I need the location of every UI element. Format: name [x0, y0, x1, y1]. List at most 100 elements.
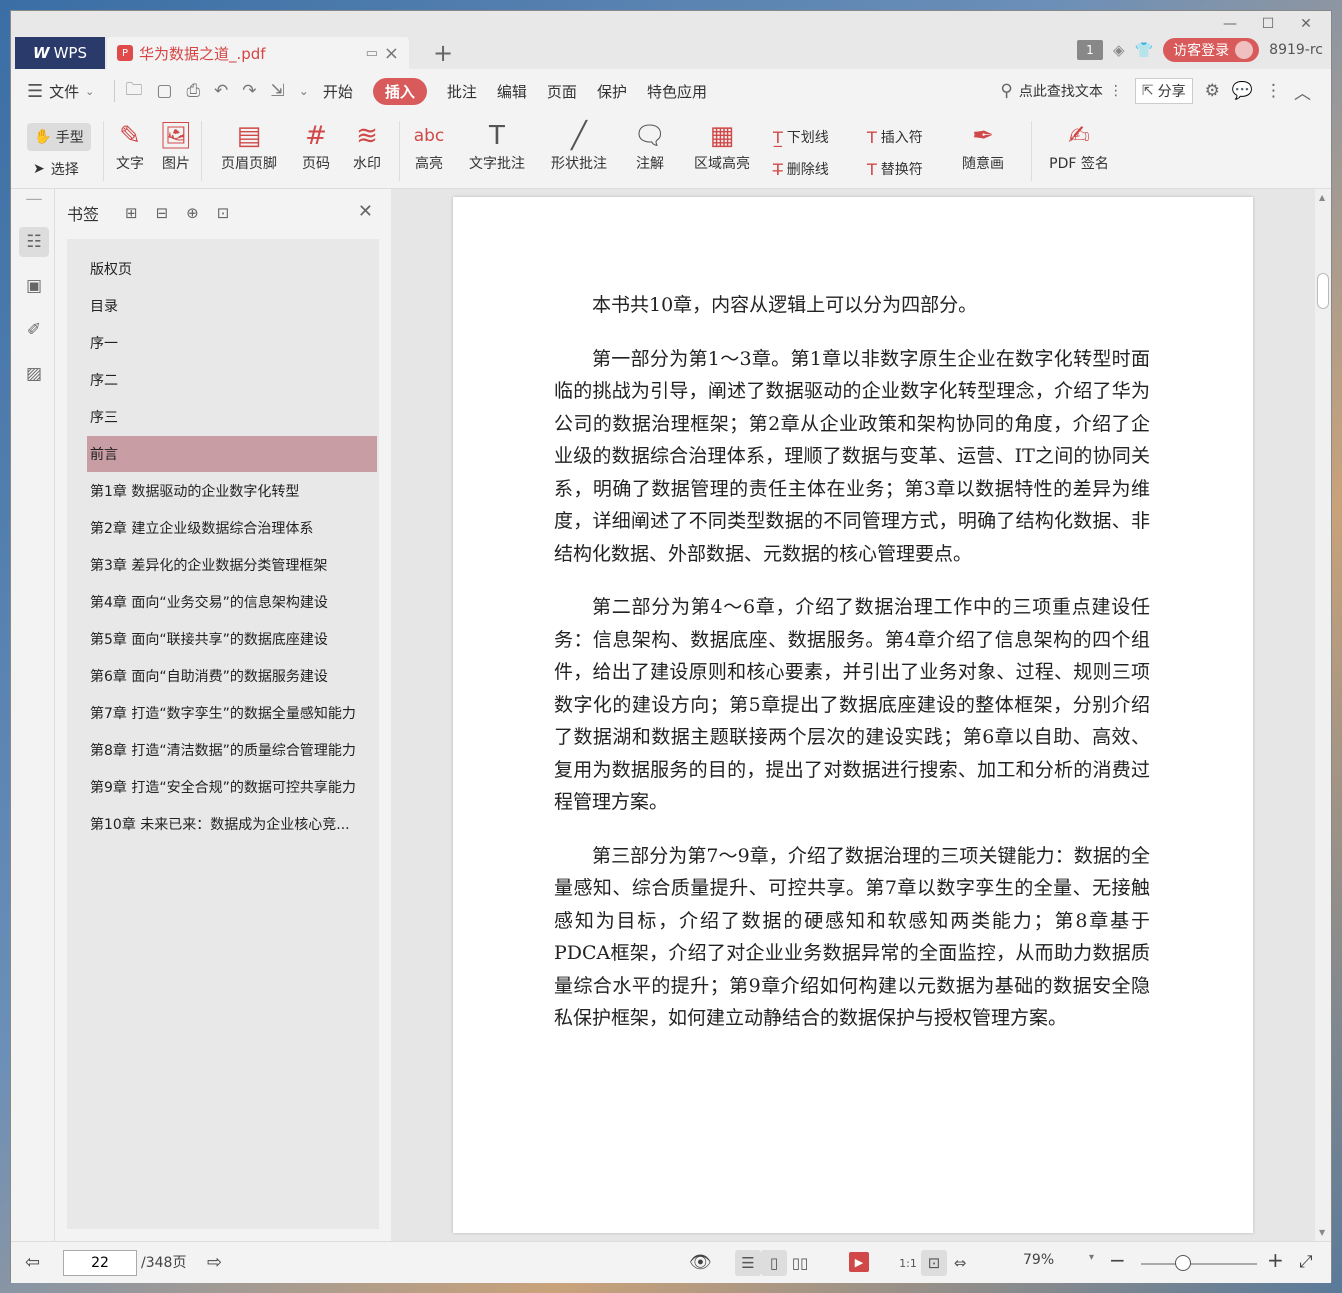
watermark-button[interactable]: ≋ 水印: [347, 119, 387, 173]
open-folder-icon[interactable]: 🗀: [125, 77, 142, 106]
find-text-search[interactable]: ⚲ 点此查找文本 ⋮: [1000, 81, 1122, 101]
zoom-slider-handle[interactable]: [1175, 1255, 1191, 1271]
zoom-dropdown-icon[interactable]: ▾: [1089, 1252, 1094, 1263]
pin-tab-icon[interactable]: ▭: [366, 46, 378, 61]
skin-icon[interactable]: ◈: [1113, 41, 1125, 59]
menu-tab-edit[interactable]: 编辑: [497, 81, 527, 102]
replace-mark-button[interactable]: T 替换符: [867, 159, 923, 179]
bookmark-item[interactable]: ▸第6章 面向“自助消费”的数据服务建设: [87, 658, 377, 694]
shape-comment-button[interactable]: ╱ 形状批注: [543, 119, 615, 173]
fit-width-icon[interactable]: ⇔: [947, 1250, 973, 1276]
expand-all-icon[interactable]: ⊞: [125, 204, 138, 222]
bookmark-item[interactable]: ▸第7章 打造“数字孪生”的数据全量感知能力: [87, 695, 377, 731]
thumbnail-image-icon[interactable]: ▣: [19, 271, 49, 301]
zoom-in-icon[interactable]: +: [1267, 1248, 1284, 1272]
bookmark-settings-icon[interactable]: ⊡: [217, 204, 230, 222]
previous-page-icon[interactable]: ⇦: [25, 1252, 40, 1273]
underline-button[interactable]: T̲ 下划线: [773, 127, 829, 147]
signature-panel-icon[interactable]: ▨: [19, 359, 49, 389]
zoom-out-icon[interactable]: −: [1109, 1248, 1126, 1272]
bookmark-item[interactable]: ▸第2章 建立企业级数据综合治理体系: [87, 510, 377, 546]
minimize-icon[interactable]: —: [1211, 13, 1249, 35]
bookmark-item[interactable]: 序二: [87, 362, 377, 398]
close-tab-icon[interactable]: ×: [384, 43, 399, 64]
fullscreen-icon[interactable]: ⤢: [1299, 1252, 1313, 1272]
scroll-down-icon[interactable]: ▼: [1319, 1228, 1325, 1237]
page-number-button[interactable]: # 页码: [299, 119, 333, 173]
scroll-up-icon[interactable]: ▲: [1319, 193, 1325, 202]
insert-mark-button[interactable]: T 插入符: [867, 127, 923, 147]
bookmark-item[interactable]: ▸第5章 面向“联接共享”的数据底座建设: [87, 621, 377, 657]
close-panel-icon[interactable]: ✕: [358, 201, 373, 222]
annotation-button[interactable]: 🗨 注解: [629, 119, 671, 173]
bookmark-item[interactable]: ▸第1章 数据驱动的企业数字化转型: [87, 473, 377, 509]
two-page-icon[interactable]: ▯▯: [787, 1250, 813, 1276]
new-tab-icon[interactable]: +: [433, 39, 453, 67]
scrollbar-thumb[interactable]: [1317, 273, 1329, 309]
undo-icon[interactable]: ↶: [214, 81, 228, 101]
eye-protection-icon[interactable]: 👁: [689, 1252, 712, 1273]
settings-gear-icon[interactable]: ⚙: [1205, 81, 1220, 101]
hand-tool-button[interactable]: ✋ 手型: [27, 123, 91, 151]
zoom-slider-track[interactable]: [1141, 1263, 1257, 1265]
play-slideshow-button[interactable]: ▶: [849, 1252, 869, 1272]
more-vertical-icon[interactable]: ⋮: [1109, 83, 1123, 99]
wps-home-tab[interactable]: W WPS: [15, 37, 105, 69]
vertical-scrollbar[interactable]: ▲ ▼: [1315, 189, 1331, 1241]
bookmark-item[interactable]: 序一: [87, 325, 377, 361]
bookmark-item[interactable]: 序三: [87, 399, 377, 435]
bookmark-item[interactable]: ▸第3章 差异化的企业数据分类管理框架: [87, 547, 377, 583]
bookmark-item[interactable]: 版权页: [87, 251, 377, 287]
bookmark-item[interactable]: ▸第10章 未来已来：数据成为企业核心竞...: [87, 806, 377, 842]
menu-tab-comment[interactable]: 批注: [447, 81, 477, 102]
bookmark-item[interactable]: 目录: [87, 288, 377, 324]
document-view[interactable]: 本书共10章，内容从逻辑上可以分为四部分。 第一部分为第1～3章。第1章以非数字…: [391, 189, 1331, 1241]
actual-size-icon[interactable]: 1:1: [895, 1250, 921, 1276]
annotation-pen-icon[interactable]: ✐: [19, 315, 49, 345]
export-icon[interactable]: ⇲: [271, 81, 285, 101]
collapse-all-icon[interactable]: ⊟: [156, 204, 169, 222]
redo-icon[interactable]: ↷: [242, 81, 256, 101]
highlight-button[interactable]: abc 高亮: [409, 119, 449, 173]
pdf-sign-button[interactable]: ✍ PDF 签名: [1043, 119, 1115, 173]
more-quick-icon[interactable]: ⌄: [299, 84, 309, 98]
menu-tab-page[interactable]: 页面: [547, 81, 577, 102]
bookmark-item[interactable]: ▸第8章 打造“清洁数据”的质量综合管理能力: [87, 732, 377, 768]
more-options-icon[interactable]: ⋮: [1265, 81, 1282, 101]
print-icon[interactable]: ⎙: [186, 81, 200, 101]
document-tab[interactable]: P 华为数据之道_.pdf ▭ ×: [107, 37, 409, 69]
insert-image-button[interactable]: 🖼 图片: [159, 119, 193, 173]
freehand-button[interactable]: ✒ 随意画: [955, 119, 1011, 173]
chat-icon[interactable]: 💬: [1232, 81, 1253, 101]
collapse-ribbon-icon[interactable]: ︿: [1294, 79, 1311, 104]
menu-tab-insert[interactable]: 插入: [372, 77, 427, 105]
page-number-input[interactable]: [63, 1250, 137, 1276]
select-tool-button[interactable]: ➤ 选择: [33, 159, 79, 179]
share-button[interactable]: ⇱ 分享: [1134, 78, 1193, 104]
save-icon[interactable]: ▢: [156, 81, 172, 101]
insert-text-button[interactable]: ✎ 文字: [113, 119, 147, 173]
area-highlight-button[interactable]: ▦ 区域高亮: [687, 119, 757, 173]
bookmark-item[interactable]: ▸第9章 打造“安全合规”的数据可控共享能力: [87, 769, 377, 805]
text-comment-button[interactable]: T 文字批注: [467, 119, 527, 173]
window-count-badge[interactable]: 1: [1076, 40, 1103, 60]
menu-tab-features[interactable]: 特色应用: [647, 81, 707, 102]
fit-page-icon[interactable]: ⊡: [921, 1250, 947, 1276]
add-bookmark-icon[interactable]: ⊕: [186, 204, 199, 222]
menu-tab-protect[interactable]: 保护: [597, 81, 627, 102]
close-icon[interactable]: ✕: [1287, 13, 1325, 35]
bookmark-item-selected[interactable]: 前言: [87, 436, 377, 472]
single-page-icon[interactable]: ▯: [761, 1250, 787, 1276]
guest-login-button[interactable]: 访客登录: [1163, 38, 1260, 62]
strikethrough-button[interactable]: T̶ 删除线: [773, 159, 829, 179]
shirt-icon[interactable]: 👕: [1134, 41, 1153, 59]
zoom-level[interactable]: 79%: [1023, 1252, 1054, 1268]
bookmark-item[interactable]: ▸第4章 面向“业务交易”的信息架构建设: [87, 584, 377, 620]
bookmark-list-icon[interactable]: ☷: [19, 227, 49, 257]
header-footer-button[interactable]: ▤ 页眉页脚: [211, 119, 287, 173]
maximize-icon[interactable]: ☐: [1249, 13, 1287, 35]
next-page-icon[interactable]: ⇨: [207, 1252, 222, 1273]
file-menu[interactable]: ☰ 文件 ⌄: [27, 81, 94, 102]
continuous-view-icon[interactable]: ☰: [735, 1250, 761, 1276]
menu-tab-start[interactable]: 开始: [323, 81, 353, 102]
